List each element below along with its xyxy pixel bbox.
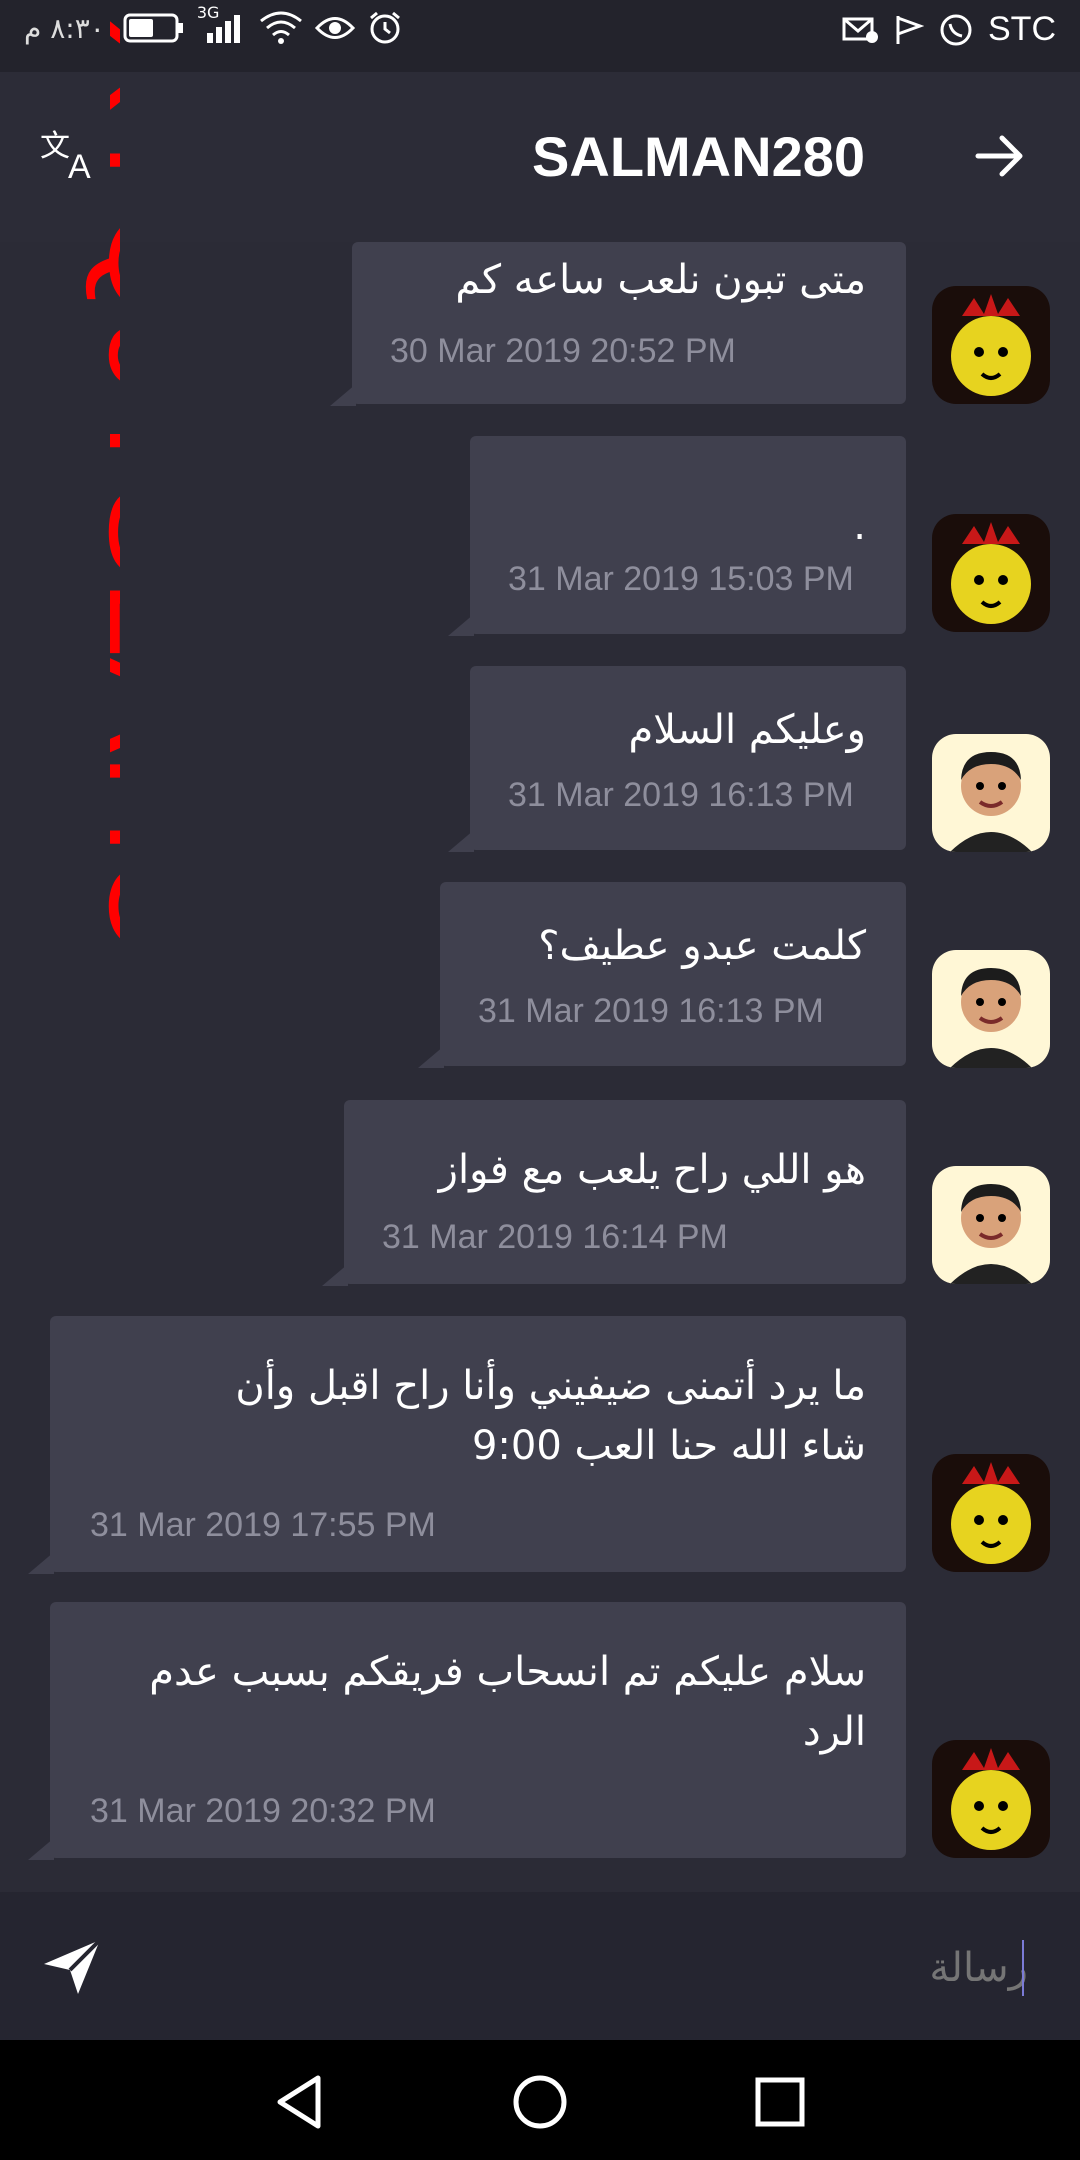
message-time: 31 Mar 2019 16:13 PM	[478, 992, 824, 1030]
message-time: 31 Mar 2019 16:13 PM	[508, 776, 854, 814]
avatar-lion[interactable]	[932, 1454, 1050, 1572]
message-text: متى تبون نلعب ساعه كم	[455, 257, 866, 303]
battery-icon	[123, 12, 185, 44]
message-composer	[0, 1892, 1080, 2040]
bubble-tail	[28, 1838, 54, 1860]
message-bubble[interactable]: متى تبون نلعب ساعه كم 30 Mar 2019 20:52 …	[352, 242, 906, 404]
message-bubble[interactable]: وعليكم السلام 31 Mar 2019 16:13 PM	[470, 666, 906, 850]
mail-settings-icon	[842, 15, 880, 45]
status-bar: ٨:٣٠ م 3G STC	[0, 0, 1080, 72]
watermark-text: XYQ9TSLAHU	[82, 18, 120, 958]
avatar-man[interactable]	[932, 950, 1050, 1068]
message-text: وعليكم السلام	[628, 707, 866, 753]
text-caret	[1022, 1940, 1024, 1996]
back-triangle-icon[interactable]	[268, 2070, 332, 2134]
message-time: 31 Mar 2019 17:55 PM	[90, 1506, 436, 1544]
message-bubble[interactable]: سلام عليكم تم انسحاب فريقكم بسبب عدم الر…	[50, 1602, 906, 1858]
bubble-tail	[322, 1264, 348, 1286]
home-circle-icon[interactable]	[508, 2070, 572, 2134]
message-time: 31 Mar 2019 16:14 PM	[382, 1218, 728, 1256]
message-text: ما يرد أتمنى ضيفيني وأنا راح اقبل وأن شا…	[235, 1363, 866, 1469]
svg-text:XYQ9TSLAHU: XYQ9TSLAHU	[82, 18, 120, 958]
send-icon[interactable]	[40, 1934, 104, 1998]
avatar-lion[interactable]	[932, 514, 1050, 632]
carrier-label: STC	[988, 10, 1056, 48]
avatar-lion[interactable]	[932, 286, 1050, 404]
avatar-lion[interactable]	[932, 1740, 1050, 1858]
network-type: 3G	[196, 3, 220, 22]
page-title: SALMAN280	[532, 125, 865, 188]
bubble-tail	[28, 1552, 54, 1574]
wifi-icon	[259, 11, 303, 45]
app-bar: 文A SALMAN280	[0, 72, 1080, 242]
bubble-tail	[448, 830, 474, 852]
system-navigation-bar	[0, 2040, 1080, 2160]
avatar-man[interactable]	[932, 734, 1050, 852]
bubble-tail	[418, 1046, 444, 1068]
message-bubble[interactable]: . 31 Mar 2019 15:03 PM	[470, 436, 906, 634]
message-time: 30 Mar 2019 20:52 PM	[390, 332, 736, 370]
message-bubble[interactable]: كلمت عبدو عطيف؟ 31 Mar 2019 16:13 PM	[440, 882, 906, 1066]
arrow-right-icon[interactable]	[970, 126, 1030, 186]
message-text: هو اللي راح يلعب مع فواز	[438, 1147, 866, 1193]
chat-messages[interactable]: متى تبون نلعب ساعه كم 30 Mar 2019 20:52 …	[0, 242, 1080, 1892]
signal-icon: 3G	[197, 3, 247, 45]
bubble-tail	[448, 614, 474, 636]
alarm-icon	[367, 10, 403, 46]
message-input[interactable]	[176, 1932, 1030, 2004]
message-text: .	[853, 503, 866, 549]
avatar-man[interactable]	[932, 1166, 1050, 1284]
message-time: 31 Mar 2019 15:03 PM	[508, 560, 854, 598]
message-bubble[interactable]: ما يرد أتمنى ضيفيني وأنا راح اقبل وأن شا…	[50, 1316, 906, 1572]
flag-icon	[894, 14, 924, 46]
bubble-tail	[330, 384, 356, 406]
message-time: 31 Mar 2019 20:32 PM	[90, 1792, 436, 1830]
message-bubble[interactable]: هو اللي راح يلعب مع فواز 31 Mar 2019 16:…	[344, 1100, 906, 1284]
eye-icon	[314, 13, 355, 43]
whatsapp-icon	[938, 12, 974, 48]
message-text: سلام عليكم تم انسحاب فريقكم بسبب عدم الر…	[149, 1649, 866, 1755]
recents-square-icon[interactable]	[748, 2070, 812, 2134]
message-text: كلمت عبدو عطيف؟	[538, 923, 866, 969]
status-right: STC	[842, 10, 1056, 49]
